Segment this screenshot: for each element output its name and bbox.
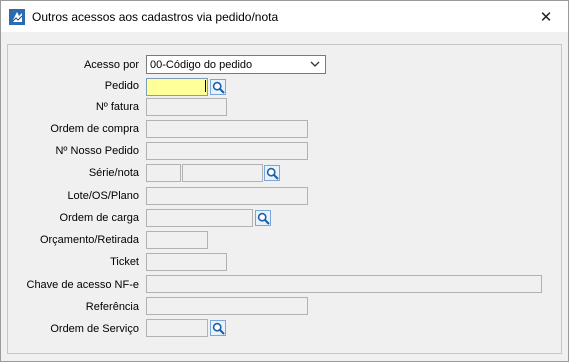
ordem-servico-input[interactable] bbox=[146, 319, 208, 337]
numero-fatura-input[interactable] bbox=[146, 98, 227, 116]
dialog-window: Outros acessos aos cadastros via pedido/… bbox=[0, 0, 569, 362]
referencia-input[interactable] bbox=[146, 297, 308, 315]
title-bar: Outros acessos aos cadastros via pedido/… bbox=[1, 1, 568, 32]
ordem-servico-label: Ordem de Serviço bbox=[50, 323, 139, 335]
search-icon bbox=[266, 167, 279, 180]
ordem-servico-search-button[interactable] bbox=[210, 320, 226, 336]
orcamento-retirada-label: Orçamento/Retirada bbox=[39, 234, 139, 246]
search-icon bbox=[257, 212, 270, 225]
ordem-compra-input[interactable] bbox=[146, 120, 308, 138]
acesso-por-label: Acesso por bbox=[83, 59, 139, 71]
lote-os-plano-input[interactable] bbox=[146, 187, 308, 205]
ordem-compra-label: Ordem de compra bbox=[50, 123, 139, 135]
pedido-input[interactable] bbox=[146, 78, 208, 96]
acesso-por-select[interactable]: 00-Código do pedido bbox=[146, 55, 326, 74]
ticket-input[interactable] bbox=[146, 253, 227, 271]
serie-input[interactable] bbox=[146, 164, 181, 182]
ordem-carga-input[interactable] bbox=[146, 209, 253, 227]
nosso-pedido-label: Nº Nosso Pedido bbox=[55, 145, 139, 157]
nosso-pedido-input[interactable] bbox=[146, 142, 308, 160]
chevron-down-icon bbox=[310, 61, 320, 67]
ordem-carga-label: Ordem de carga bbox=[59, 212, 139, 224]
app-logo-icon bbox=[9, 9, 25, 25]
numero-fatura-label: Nº fatura bbox=[95, 101, 139, 113]
orcamento-retirada-input[interactable] bbox=[146, 231, 208, 249]
nota-input[interactable] bbox=[182, 164, 263, 182]
acesso-por-value: 00-Código do pedido bbox=[150, 59, 253, 71]
search-icon bbox=[212, 322, 225, 335]
text-cursor bbox=[205, 80, 206, 92]
pedido-label: Pedido bbox=[104, 80, 139, 92]
lote-os-plano-label: Lote/OS/Plano bbox=[67, 190, 139, 202]
serie-nota-label: Série/nota bbox=[88, 167, 139, 179]
search-icon bbox=[212, 81, 225, 94]
window-title: Outros acessos aos cadastros via pedido/… bbox=[32, 10, 279, 24]
close-icon[interactable]: ✕ bbox=[535, 7, 557, 27]
ticket-label: Ticket bbox=[110, 256, 139, 268]
referencia-label: Referência bbox=[85, 301, 139, 313]
chave-nfe-input[interactable] bbox=[146, 275, 542, 293]
chave-nfe-label: Chave de acesso NF-e bbox=[26, 279, 140, 291]
serie-nota-search-button[interactable] bbox=[264, 165, 280, 181]
pedido-search-button[interactable] bbox=[210, 79, 226, 95]
ordem-carga-search-button[interactable] bbox=[255, 210, 271, 226]
